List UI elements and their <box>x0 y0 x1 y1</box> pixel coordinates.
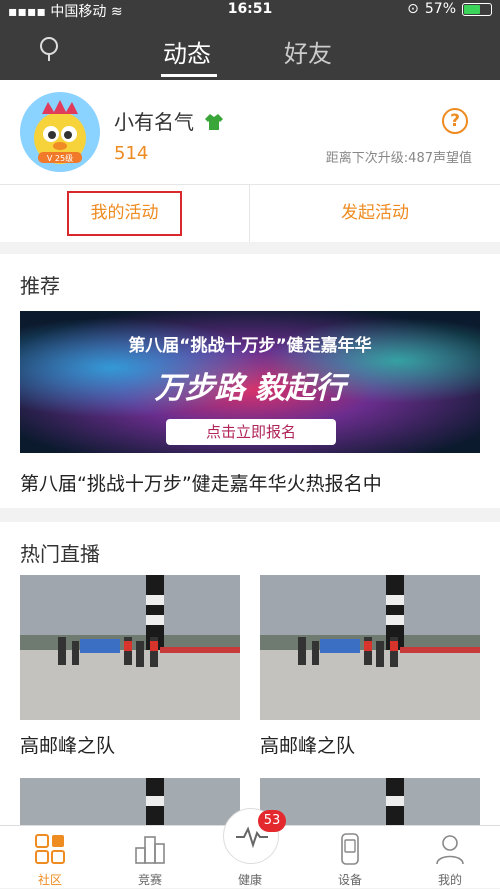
shirt-badge-icon <box>205 114 224 130</box>
rotation-lock-icon: ⊙ <box>407 1 419 17</box>
help-icon[interactable]: ? <box>442 108 468 134</box>
community-icon <box>35 834 65 864</box>
banner-caption[interactable]: 第八届“挑战十万步”健走嘉年华火热报名中 <box>20 469 382 496</box>
tab-active-indicator <box>161 74 217 77</box>
user-icon <box>436 835 464 865</box>
tab-me[interactable]: 我的 <box>400 826 500 889</box>
live-title[interactable]: 高邮峰之队 <box>20 731 115 758</box>
avatar[interactable]: V 25级 <box>20 92 100 172</box>
highlight-box <box>67 191 182 236</box>
tab-device[interactable]: 设备 <box>300 826 400 889</box>
top-nav: 动态 好友 <box>0 20 500 80</box>
battery-status: ⊙ 57% <box>407 1 492 17</box>
notification-badge: 53 <box>258 810 286 832</box>
reputation-score: 514 <box>114 143 149 164</box>
podium-icon <box>135 836 165 864</box>
live-title[interactable]: 高邮峰之队 <box>260 731 355 758</box>
svg-text:V 25级: V 25级 <box>47 153 73 163</box>
banner-slogan: 万步路 毅起行 <box>154 371 346 406</box>
chick-mascot-icon: V 25级 <box>34 100 86 164</box>
upgrade-progress-text: 距离下次升级:487声望值 <box>325 151 472 166</box>
tab-friends[interactable]: 好友 <box>284 34 332 69</box>
live-photo <box>20 575 240 720</box>
start-activity-button[interactable]: 发起活动 <box>250 184 500 242</box>
live-thumbnail[interactable] <box>20 778 240 825</box>
live-photo <box>260 575 480 720</box>
profile-card: V 25级 小有名气 514 ? 距离下次升级:487声望值 我的活动 发起活动 <box>0 80 500 242</box>
battery-icon <box>462 2 492 16</box>
section-title: 推荐 <box>20 274 60 298</box>
status-bar: ▪▪▪▪ 中国移动 ≋ 16:51 ⊙ 57% <box>0 0 500 20</box>
live-thumbnail[interactable] <box>20 575 240 720</box>
live-thumbnail[interactable] <box>260 778 480 825</box>
user-name: 小有名气 <box>114 106 224 135</box>
banner-headline: 第八届“挑战十万步”健走嘉年华 <box>128 336 372 356</box>
wristband-icon <box>341 833 359 865</box>
section-title: 热门直播 <box>20 542 100 566</box>
tab-feed[interactable]: 动态 <box>163 34 211 69</box>
banner-signup-button[interactable]: 点击立即报名 <box>166 419 336 445</box>
live-thumbnail[interactable] <box>260 575 480 720</box>
live-photo <box>20 778 240 825</box>
tab-competition[interactable]: 竞赛 <box>100 826 200 889</box>
live-photo <box>260 778 480 825</box>
tab-community[interactable]: 社区 <box>0 826 100 889</box>
event-banner[interactable]: 第八届“挑战十万步”健走嘉年华 万步路 毅起行 点击立即报名 <box>20 311 480 453</box>
location-pin-icon[interactable] <box>36 36 62 64</box>
